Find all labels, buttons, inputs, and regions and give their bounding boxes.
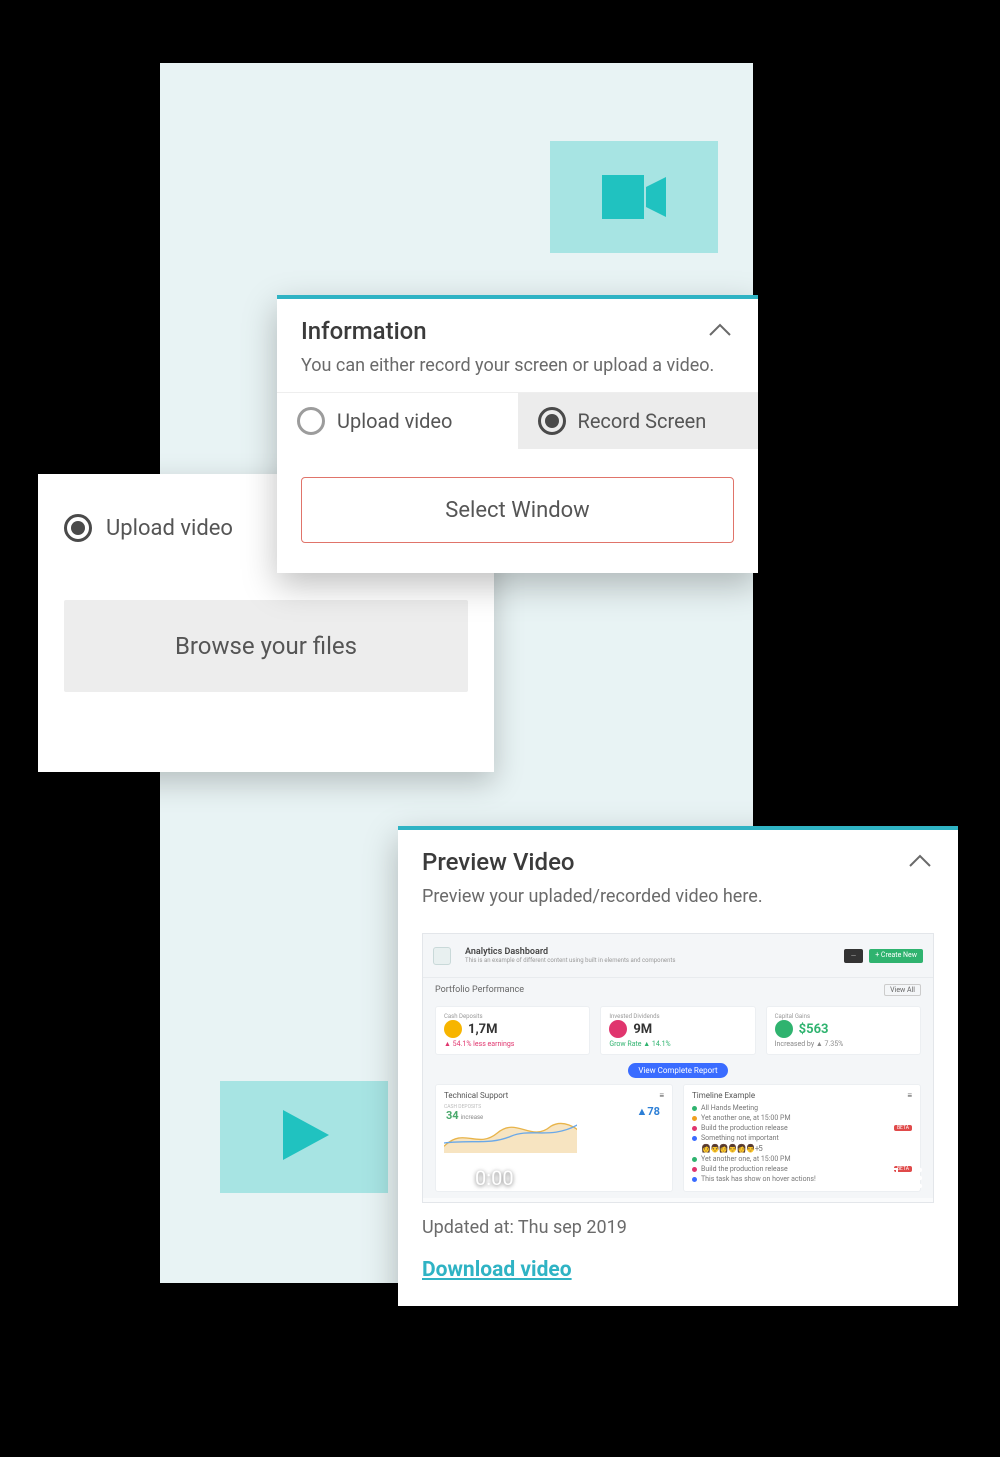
timeline-row: All Hands Meeting [692,1104,912,1112]
portfolio-performance-label: Portfolio Performance [435,985,524,995]
timeline-dot-icon [692,1116,697,1121]
timeline-row-text: Yet another one, at 15:00 PM [701,1114,791,1122]
dashboard-logo-icon [433,947,451,965]
more-button[interactable] [917,1167,923,1189]
tab-record-screen[interactable]: Record Screen [518,393,759,449]
browse-files-button[interactable]: Browse your files [64,600,468,692]
radio-selected-icon [538,407,566,435]
info-card-header: Information [277,299,758,355]
beta-badge: BETA [894,1125,912,1131]
metric-icon [444,1020,462,1038]
play-button[interactable] [433,1166,457,1190]
timeline-row-text: All Hands Meeting [701,1104,758,1112]
updated-at-label: Updated at: Thu sep 2019 [422,1217,934,1238]
tab-record-label: Record Screen [578,409,707,433]
tab-upload-label: Upload video [337,409,452,433]
view-all-button: View All [884,984,921,996]
information-card: Information You can either record your s… [277,295,758,573]
video-controls-overlay: 0:00 [423,1154,933,1202]
preview-card: Preview Video Preview your upladed/recor… [398,826,958,1306]
fullscreen-button[interactable] [877,1167,899,1189]
metric-card: Cash Deposits 1,7M ▲ 54.1% less earnings [435,1006,590,1055]
video-preview[interactable]: Analytics Dashboard This is an example o… [422,933,934,1203]
metric-icon [775,1020,793,1038]
camera-icon [602,175,666,219]
dashboard-subtitle: This is an example of different content … [465,957,675,964]
metric-card: Invested Dividends 9M Grow Rate ▲ 14.1% [600,1006,755,1055]
select-window-label: Select Window [445,498,589,523]
select-window-button[interactable]: Select Window [301,477,734,543]
dashboard-create-button: + Create New [869,949,923,963]
download-video-link[interactable]: Download video [422,1258,934,1282]
timeline-row: Build the production release BETA [692,1124,912,1132]
metric-icon [609,1020,627,1038]
upload-radio-label: Upload video [106,516,233,541]
preview-card-header: Preview Video [398,830,958,886]
chevron-up-icon[interactable] [906,848,934,876]
dashboard-section-header: Portfolio Performance View All [423,978,933,1002]
timeline-dot-icon [692,1126,697,1131]
chevron-up-icon[interactable] [706,317,734,345]
radio-unselected-icon [297,407,325,435]
camera-badge [550,141,718,253]
panel-menu-icon: ≡ [659,1091,664,1100]
browse-files-label: Browse your files [175,632,357,660]
panel-menu-icon: ≡ [907,1091,912,1100]
dashboard-topbar: Analytics Dashboard This is an example o… [423,934,933,978]
play-badge [220,1081,388,1193]
video-progress-bar[interactable] [423,1198,933,1202]
metrics-row: Cash Deposits 1,7M ▲ 54.1% less earnings… [423,1002,933,1063]
dashboard-title: Analytics Dashboard [465,947,675,957]
metric-card: Capital Gains $563 Increased by ▲ 7.35% [766,1006,921,1055]
view-complete-report-button: View Complete Report [628,1063,727,1078]
tab-upload-video[interactable]: Upload video [277,393,518,449]
dashboard-dark-button: — [844,949,863,963]
info-card-title: Information [301,317,427,345]
play-icon [275,1106,333,1168]
info-card-subtitle: You can either record your screen or upl… [277,355,758,392]
timeline-row: Yet another one, at 15:00 PM [692,1114,912,1122]
timeline-row-text: Something not important [701,1134,779,1142]
playback-time: 0:00 [475,1166,514,1190]
timeline-row-text: Build the production release [701,1124,788,1132]
mode-tabs: Upload video Record Screen [277,392,758,449]
timeline-dot-icon [692,1136,697,1141]
timeline-avatars-row: 👩👨👩👨👩👨+5 [692,1144,912,1153]
timeline-row: Something not important [692,1134,912,1142]
preview-card-subtitle: Preview your upladed/recorded video here… [398,886,958,923]
timeline-dot-icon [692,1106,697,1111]
radio-selected-icon [64,514,92,542]
preview-card-title: Preview Video [422,848,575,876]
